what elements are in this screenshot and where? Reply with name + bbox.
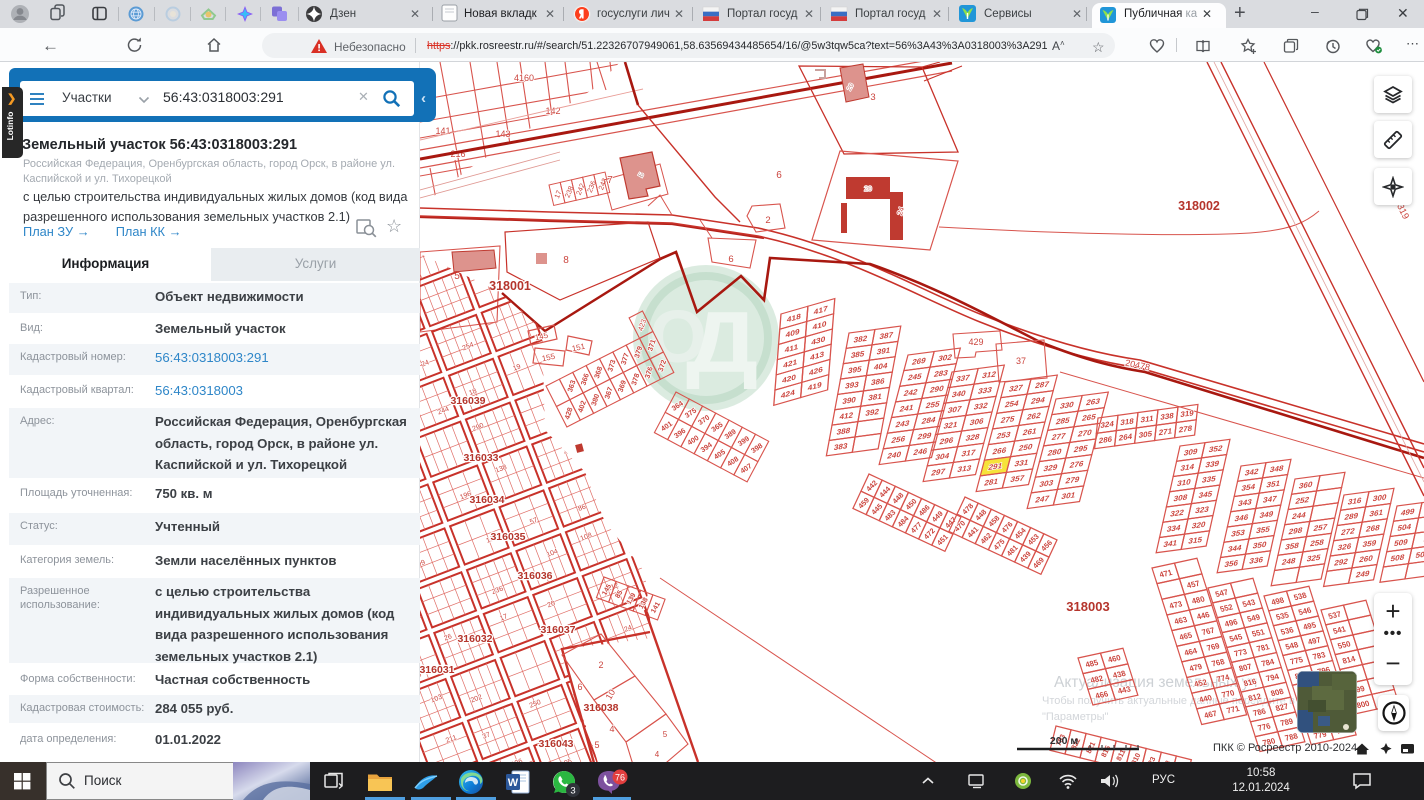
svg-text:318002: 318002 — [1178, 199, 1220, 213]
svg-text:6: 6 — [728, 254, 733, 265]
svg-text:7: 7 — [607, 175, 613, 186]
svg-text:8: 8 — [563, 255, 569, 266]
svg-text:6: 6 — [577, 682, 582, 692]
svg-text:37: 37 — [1016, 356, 1026, 366]
svg-text:316037: 316037 — [540, 624, 575, 636]
svg-text:4: 4 — [655, 750, 660, 759]
svg-text:200 м: 200 м — [1050, 735, 1078, 747]
svg-text:4160: 4160 — [514, 73, 534, 83]
svg-text:505: 505 — [1415, 549, 1424, 560]
svg-text:316033: 316033 — [463, 452, 498, 464]
svg-text:429: 429 — [968, 337, 983, 347]
svg-text:6: 6 — [776, 170, 782, 181]
svg-text:316031: 316031 — [420, 664, 455, 676]
svg-text:316038: 316038 — [583, 702, 618, 714]
svg-text:2: 2 — [765, 215, 770, 226]
svg-text:2: 2 — [598, 660, 603, 670]
svg-text:5: 5 — [663, 730, 668, 739]
svg-text:316032: 316032 — [457, 633, 492, 645]
svg-text:142: 142 — [545, 106, 560, 116]
svg-text:4: 4 — [609, 724, 614, 734]
svg-text:5: 5 — [594, 740, 599, 750]
svg-text:ПКК © Росреестр 2010-2024: ПКК © Росреестр 2010-2024 — [1213, 742, 1357, 754]
svg-text:"Параметры": "Параметры" — [1042, 711, 1109, 723]
svg-text:W: W — [508, 777, 519, 789]
svg-text:316039: 316039 — [450, 395, 485, 407]
svg-text:316034: 316034 — [469, 494, 504, 506]
svg-text:20: 20 — [864, 186, 872, 193]
svg-text:318003: 318003 — [1066, 599, 1109, 614]
svg-text:316035: 316035 — [490, 531, 525, 543]
svg-text:3: 3 — [870, 92, 875, 103]
svg-text:76: 76 — [615, 773, 625, 783]
svg-text:316036: 316036 — [517, 570, 552, 582]
svg-text:318001: 318001 — [489, 279, 531, 293]
svg-text:316043: 316043 — [538, 738, 573, 750]
svg-text:3: 3 — [570, 786, 575, 797]
